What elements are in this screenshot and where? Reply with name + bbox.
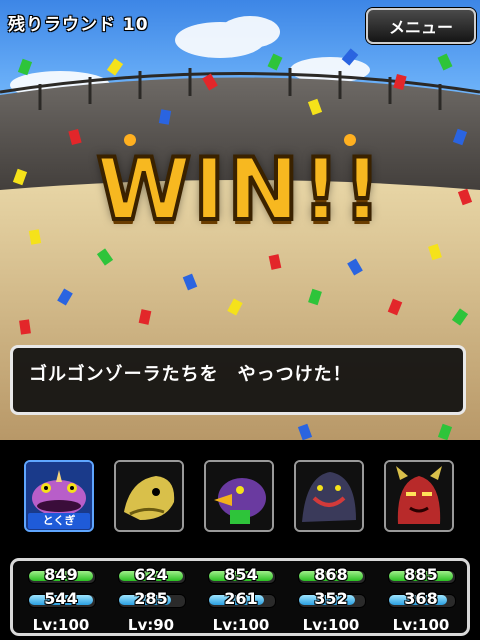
purple-bird-monster-icon (206, 462, 272, 530)
hp-value: 849 (44, 565, 78, 584)
party-member-3-portrait[interactable] (204, 460, 274, 532)
hp-bar: 854 (208, 565, 276, 586)
remaining-rounds-label: 残りラウンド 10 (8, 15, 149, 35)
hp-bar: 624 (118, 565, 186, 586)
arena-scene: 残りラウンド 10 メニュー WIN!! ゴルゴンゾーラたちを やっつけた！ (0, 0, 480, 440)
level-label: Lv:100 (392, 616, 450, 634)
party-member-5-stats: 885 368 Lv:100 (388, 562, 456, 636)
mp-bar: 368 (388, 589, 456, 610)
hp-value: 624 (134, 565, 168, 584)
mp-value: 285 (134, 589, 168, 608)
mp-bar: 261 (208, 589, 276, 610)
party-member-4-portrait[interactable] (294, 460, 364, 532)
level-label: Lv:100 (302, 616, 360, 634)
party-member-1-stats: 849 544 Lv:100 (28, 562, 96, 636)
party-member-5-portrait[interactable] (384, 460, 454, 532)
mp-value: 352 (314, 589, 348, 608)
hp-value: 868 (314, 565, 348, 584)
party-member-3-stats: 854 261 Lv:100 (208, 562, 276, 636)
red-demon-monster-icon (386, 462, 452, 530)
mp-value: 544 (44, 589, 78, 608)
win-banner: WIN!! (94, 138, 384, 242)
battle-message-text: ゴルゴンゾーラたちを やっつけた！ (29, 364, 352, 385)
mp-bar: 544 (28, 589, 96, 610)
skill-tag: とくぎ (28, 513, 90, 529)
level-label: Lv:100 (32, 616, 90, 634)
menu-button[interactable]: メニュー (366, 8, 476, 44)
dark-beast-monster-icon (296, 462, 362, 530)
hp-bar: 868 (298, 565, 366, 586)
mp-value: 261 (224, 589, 258, 608)
hp-value: 854 (224, 565, 258, 584)
level-label: Lv:90 (127, 616, 175, 634)
party-member-4-stats: 868 352 Lv:100 (298, 562, 366, 636)
yellow-dragon-monster-icon (116, 462, 182, 530)
hp-bar: 849 (28, 565, 96, 586)
battle-message-box[interactable]: ゴルゴンゾーラたちを やっつけた！ (10, 345, 466, 415)
hp-bar: 885 (388, 565, 456, 586)
mp-bar: 352 (298, 589, 366, 610)
mp-bar: 285 (118, 589, 186, 610)
mp-value: 368 (404, 589, 438, 608)
hp-value: 885 (404, 565, 438, 584)
level-label: Lv:100 (212, 616, 270, 634)
party-member-1-portrait[interactable]: とくぎ (24, 460, 94, 532)
party-member-2-portrait[interactable] (114, 460, 184, 532)
party-member-2-stats: 624 285 Lv:90 (118, 562, 186, 636)
